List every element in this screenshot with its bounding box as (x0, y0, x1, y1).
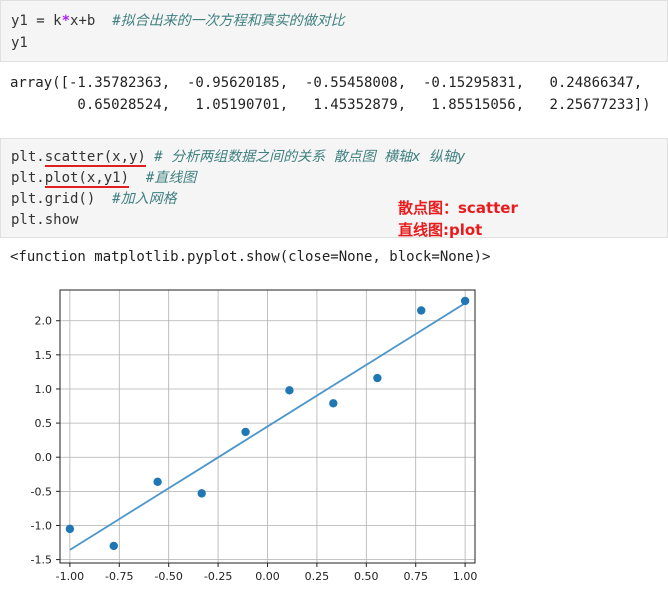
code-token: plt.grid() (11, 191, 104, 207)
output-array-line: array([-1.35782363, -0.95620185, -0.5545… (10, 75, 643, 91)
annotation-plot: 直线图:plot (398, 221, 483, 239)
code-line: y1 = k*x+b #拟合出来的一次方程和真实的做对比 (11, 11, 345, 31)
scatter-point (329, 399, 338, 408)
code-comment: #加入网格 (103, 191, 177, 207)
code-comment: #直线图 (129, 170, 197, 186)
y-tick-label: -1.0 (31, 519, 52, 532)
annotation-scatter: 散点图：scatter (398, 199, 518, 217)
scatter-point (109, 541, 118, 551)
scatter-point (373, 373, 382, 383)
y-axis: -1.5 -1.0 -0.5 0.0 0.5 1.0 1.5 2.0 (31, 315, 60, 567)
x-tick-label: -1.00 (56, 570, 84, 583)
plot-call: plot(x,y1) (44, 170, 130, 188)
operator-token: * (61, 13, 71, 29)
x-tick-label: 0.50 (354, 570, 379, 583)
code-line: y1 (11, 35, 28, 51)
scatter-line-plot: -1.00 -0.75 -0.50 -0.25 0.00 0.25 0.50 0.75 1.00… (31, 289, 478, 583)
y-tick-label: 1.5 (35, 349, 53, 362)
x-tick-label: 0.75 (403, 570, 428, 583)
code-cell-1[interactable]: y1 = k*x+b #拟合出来的一次方程和真实的做对比 y1 (0, 0, 668, 62)
scatter-point (241, 427, 250, 437)
code-token: y1 = (11, 13, 54, 29)
scatter-point (285, 386, 294, 395)
code-token: plt. (11, 149, 45, 165)
code-token: k (53, 13, 62, 29)
scatter-point (417, 306, 426, 315)
scatter-point (153, 477, 162, 486)
y-tick-label: 2.0 (35, 315, 53, 328)
x-tick-label: -0.50 (154, 570, 182, 583)
code-line: plt.scatter(x,y) # 分析两组数据之间的关系 散点图 横轴x 纵… (11, 147, 465, 167)
x-tick-label: 0.25 (305, 570, 330, 583)
scatter-point (197, 489, 206, 498)
code-line: plt.grid() #加入网格 (11, 189, 177, 209)
y-tick-label: 0.5 (35, 417, 53, 430)
output-array-line: 0.65028524, 1.05190701, 1.45352879, 1.85… (10, 97, 651, 113)
y-tick-label: 0.0 (35, 451, 53, 464)
code-line: plt.plot(x,y1) #直线图 (11, 168, 196, 188)
scatter-call: scatter(x,y) (44, 149, 146, 167)
code-line: plt.show (11, 212, 79, 228)
x-tick-label: -0.25 (204, 570, 232, 583)
y-tick-label: -1.5 (31, 554, 52, 567)
x-tick-label: 1.00 (453, 570, 478, 583)
x-axis: -1.00 -0.75 -0.50 -0.25 0.00 0.25 0.50 0.75 1.00 (56, 563, 478, 583)
code-comment: # 分析两组数据之间的关系 散点图 横轴x 纵轴y (145, 149, 466, 165)
code-cell-2[interactable]: plt.scatter(x,y) # 分析两组数据之间的关系 散点图 横轴x 纵… (0, 138, 668, 239)
scatter-point (65, 524, 75, 534)
code-comment: #拟合出来的一次方程和真实的做对比 (112, 13, 345, 29)
x-tick-label: -0.75 (105, 570, 133, 583)
code-token: x+b (70, 13, 113, 29)
x-tick-label: 0.00 (255, 570, 280, 583)
y-tick-label: 1.0 (35, 383, 53, 396)
y-tick-label: -0.5 (31, 485, 52, 498)
output-function-repr: <function matplotlib.pyplot.show(close=N… (10, 249, 491, 265)
scatter-point (460, 296, 470, 306)
code-token: plt. (11, 170, 45, 186)
